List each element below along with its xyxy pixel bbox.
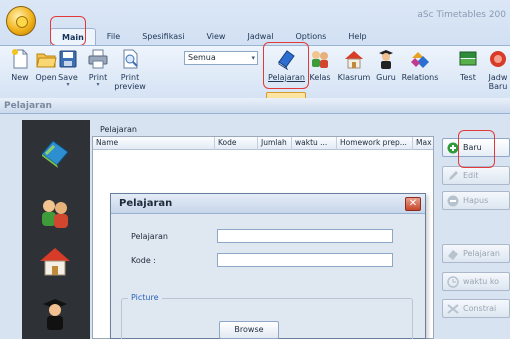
book-icon — [448, 250, 458, 260]
printer-icon — [88, 49, 108, 69]
print-preview-icon — [123, 49, 138, 69]
constraints-button[interactable]: Constrai — [442, 299, 510, 318]
hapus-button[interactable]: Hapus — [442, 191, 510, 210]
app-title: aSc Timetables 200 — [417, 10, 506, 20]
dialog-title: Pelajaran — [111, 194, 425, 214]
list-label: Pelajaran — [100, 125, 137, 134]
column-header-jumlah[interactable]: Jumlah — [258, 137, 292, 150]
pelajaran-dialog: Pelajaran ✕ Pelajaran Kode : Picture Bro… — [110, 193, 426, 339]
new-timetable-button[interactable]: Jadw Baru — [480, 48, 510, 96]
waktu-button[interactable]: waktu ko — [442, 272, 510, 291]
students-icon[interactable] — [38, 196, 72, 230]
column-header-kode[interactable]: Kode — [215, 137, 258, 150]
teacher-icon — [379, 50, 393, 69]
edit-icon — [449, 171, 458, 180]
ribbon-tabs: Main File Spesifikasi View Jadwal Option… — [50, 28, 378, 46]
kode-field[interactable] — [217, 253, 393, 267]
edit-button[interactable]: Edit — [442, 166, 510, 185]
kode-field-label: Kode : — [131, 256, 156, 265]
relations-button[interactable]: Relations — [398, 48, 442, 96]
test-icon — [459, 51, 477, 66]
list-header: Name Kode Jumlah waktu ... Homework prep… — [93, 137, 433, 150]
chevron-down-icon: ▾ — [251, 54, 255, 62]
browse-button[interactable]: Browse — [219, 321, 279, 339]
clock-icon — [447, 276, 459, 288]
relations-icon — [411, 52, 429, 68]
column-header-waktu[interactable]: waktu ... — [292, 137, 337, 150]
left-icon-panel — [22, 120, 90, 339]
tab-view[interactable]: View — [195, 28, 236, 46]
constraints-icon — [447, 304, 459, 314]
tab-file[interactable]: File — [96, 28, 131, 46]
filter-select[interactable]: Semua ▾ — [184, 51, 258, 65]
app-menu-button[interactable] — [6, 6, 36, 36]
pelajaran-side-button[interactable]: Pelajaran — [442, 244, 510, 263]
book-icon[interactable] — [38, 136, 72, 170]
students-icon — [312, 51, 328, 68]
filter-select-value: Semua — [188, 53, 216, 62]
ribbon: aSc Timetables 200 Main File Spesifikasi… — [0, 0, 510, 142]
classroom-house-icon — [345, 51, 363, 69]
classroom-house-icon[interactable] — [38, 244, 72, 278]
teacher-icon[interactable] — [38, 296, 72, 330]
baru-button-highlight-annotation — [458, 130, 495, 168]
column-header-homework[interactable]: Homework prep... — [337, 137, 413, 150]
picture-group-label: Picture — [128, 293, 162, 302]
app-logo-icon — [16, 16, 28, 28]
action-buttons: Baru Edit Hapus Pelajaran waktu ko Const… — [442, 138, 510, 338]
column-header-max[interactable]: Max — [413, 137, 433, 150]
pelajaran-button-highlight-annotation — [263, 42, 309, 89]
picture-group: Picture Browse — [121, 293, 413, 339]
save-icon — [59, 50, 77, 68]
ribbon-toolbar: New Open Save ▾ Print ▾ Print preview Se… — [0, 45, 510, 142]
tab-help[interactable]: Help — [337, 28, 377, 46]
pelajaran-field-label: Pelajaran — [131, 232, 168, 241]
main-tab-highlight-annotation — [50, 16, 86, 46]
column-header-name[interactable]: Name — [93, 137, 215, 150]
new-timetable-icon — [490, 51, 506, 67]
print-preview-button[interactable]: Print preview — [110, 48, 150, 96]
pelajaran-field[interactable] — [217, 229, 393, 243]
close-icon[interactable]: ✕ — [405, 197, 421, 211]
minus-circle-icon — [447, 195, 459, 207]
window-title: Pelajaran — [0, 98, 510, 114]
tab-spesifikasi[interactable]: Spesifikasi — [131, 28, 195, 46]
